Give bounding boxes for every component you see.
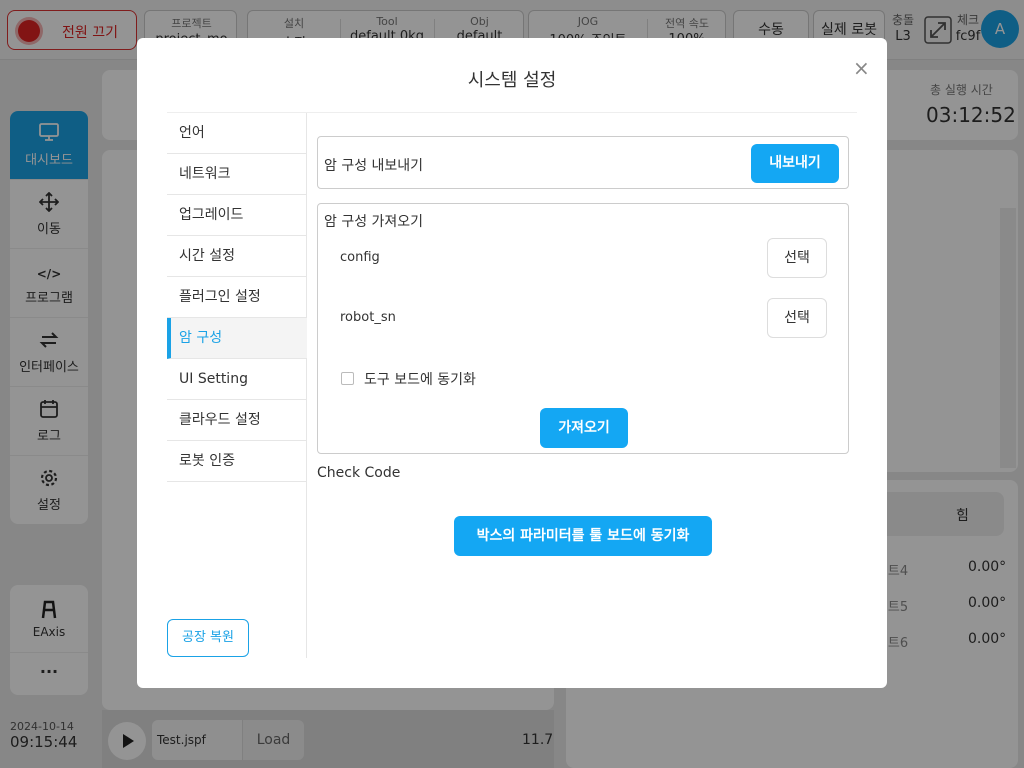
robot-sn-label: robot_sn [340, 310, 396, 325]
menu-item-time[interactable]: 시간 설정 [167, 236, 307, 277]
menu-item-ui-setting[interactable]: UI Setting [167, 359, 307, 400]
import-button[interactable]: 가져오기 [540, 408, 628, 448]
import-card: 암 구성 가져오기 config 선택 robot_sn 선택 도구 보드에 동… [317, 203, 849, 454]
export-card: 암 구성 내보내기 내보내기 [317, 136, 849, 189]
import-title: 암 구성 가져오기 [324, 214, 424, 230]
config-select-button[interactable]: 선택 [767, 238, 827, 278]
dialog-title: 시스템 설정 [467, 70, 557, 91]
config-label: config [340, 250, 380, 265]
system-settings-dialog: 시스템 설정 × 언어 네트워크 업그레이드 시간 설정 플러그인 설정 암 구… [137, 38, 887, 688]
menu-item-network[interactable]: 네트워크 [167, 154, 307, 195]
export-label: 암 구성 내보내기 [324, 158, 424, 174]
menu-item-upgrade[interactable]: 업그레이드 [167, 195, 307, 236]
robot-sn-select-button[interactable]: 선택 [767, 298, 827, 338]
factory-reset-button[interactable]: 공장 복원 [167, 619, 249, 657]
sync-params-button[interactable]: 박스의 파라미터를 툴 보드에 동기화 [454, 516, 712, 556]
close-icon[interactable]: × [853, 56, 870, 80]
menu-item-arm-config[interactable]: 암 구성 [167, 318, 307, 359]
menu-item-cloud[interactable]: 클라우드 설정 [167, 400, 307, 441]
menu-item-language[interactable]: 언어 [167, 113, 307, 154]
menu-item-robot-auth[interactable]: 로봇 인증 [167, 441, 307, 482]
menu-item-plugin[interactable]: 플러그인 설정 [167, 277, 307, 318]
export-button[interactable]: 내보내기 [751, 144, 839, 183]
check-code-label: Check Code [317, 465, 401, 481]
sync-tool-board-checkbox[interactable] [341, 372, 354, 385]
settings-menu: 언어 네트워크 업그레이드 시간 설정 플러그인 설정 암 구성 UI Sett… [167, 113, 307, 658]
sync-tool-board-label: 도구 보드에 동기화 [364, 372, 476, 388]
